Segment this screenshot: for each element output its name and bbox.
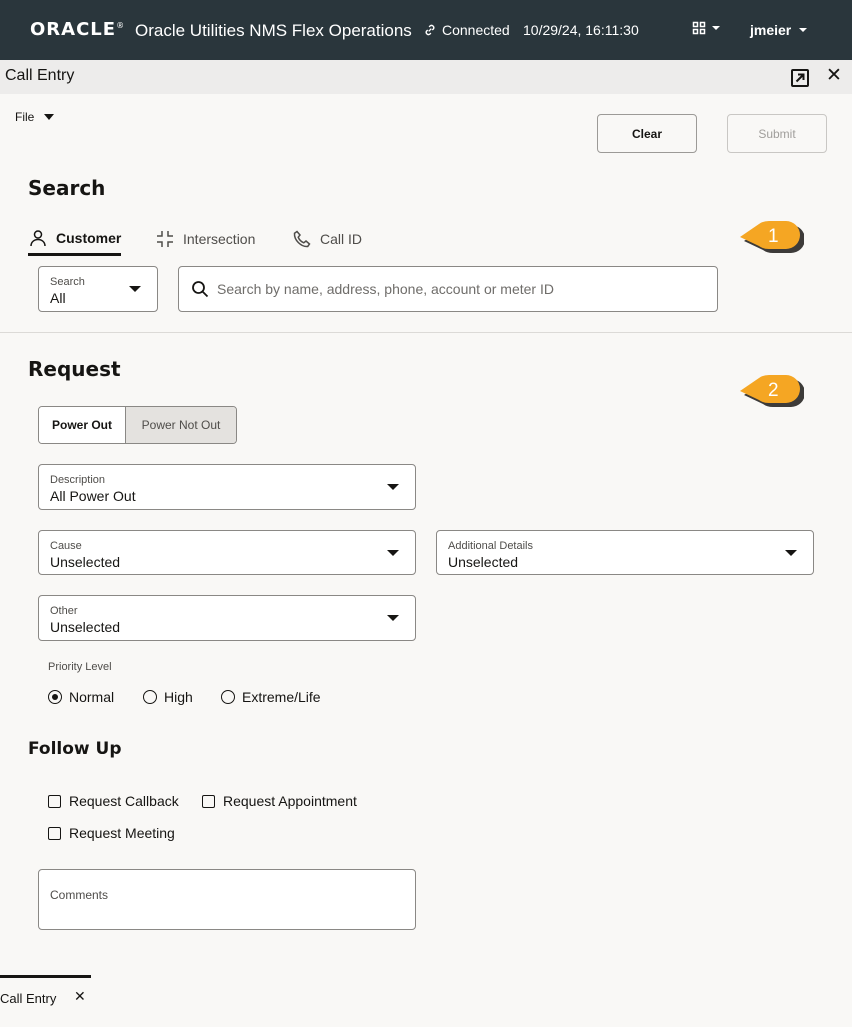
radio-label: Extreme/Life xyxy=(242,689,321,705)
checkbox-label: Request Appointment xyxy=(223,793,357,809)
chevron-down-icon xyxy=(387,484,399,490)
callout-marker: 2 xyxy=(738,372,805,412)
field-label: Search xyxy=(50,276,85,288)
close-icon[interactable]: ✕ xyxy=(826,66,842,86)
tab-label: Call ID xyxy=(320,231,363,247)
checkbox-icon xyxy=(202,794,215,808)
window-title: Call Entry xyxy=(5,67,75,84)
callout-number: 1 xyxy=(768,226,779,247)
person-icon xyxy=(30,229,46,246)
power-out-button[interactable]: Power Out xyxy=(39,407,125,443)
request-appointment-checkbox[interactable]: Request Appointment xyxy=(202,793,357,809)
search-input[interactable] xyxy=(217,277,707,301)
chevron-down-icon xyxy=(44,114,55,120)
field-label: Additional Details xyxy=(448,540,533,552)
app-title: Oracle Utilities NMS Flex Operations xyxy=(135,21,412,40)
field-value: All xyxy=(50,290,66,306)
priority-normal-radio[interactable]: Normal xyxy=(48,689,114,705)
chevron-down-icon xyxy=(129,286,141,292)
active-tab-indicator xyxy=(0,975,91,978)
chevron-down-icon xyxy=(712,26,720,30)
checkbox-label: Request Meeting xyxy=(69,825,175,841)
chevron-down-icon xyxy=(387,615,399,621)
description-select[interactable]: Description All Power Out xyxy=(38,464,416,510)
radio-unchecked-icon xyxy=(143,690,157,704)
radio-label: Normal xyxy=(69,689,115,705)
callout-number: 2 xyxy=(768,380,779,401)
tab-label: Customer xyxy=(56,229,122,246)
section-divider xyxy=(0,332,852,333)
apps-menu-button[interactable] xyxy=(692,21,720,35)
other-select[interactable]: Other Unselected xyxy=(38,595,416,641)
connection-status[interactable]: Connected xyxy=(423,22,510,38)
grid-icon xyxy=(692,21,706,35)
tab-call-id[interactable]: Call ID xyxy=(292,222,362,256)
file-menu[interactable]: File xyxy=(15,110,55,124)
field-value: Unselected xyxy=(50,554,121,570)
cause-select[interactable]: Cause Unselected xyxy=(38,530,416,575)
close-icon[interactable]: ✕ xyxy=(74,988,86,1005)
callout-marker: 1 xyxy=(738,218,805,258)
priority-label: Priority Level xyxy=(48,661,112,673)
request-heading: Request xyxy=(28,357,121,381)
checkbox-label: Request Callback xyxy=(69,793,179,809)
field-label: Other xyxy=(50,605,78,617)
search-scope-select[interactable]: Search All xyxy=(38,266,158,312)
connection-label: Connected xyxy=(442,22,510,38)
checkbox-icon xyxy=(48,794,61,808)
tab-label: Intersection xyxy=(183,231,256,247)
field-value: All Power Out xyxy=(50,488,136,504)
search-icon xyxy=(192,281,209,298)
search-field[interactable] xyxy=(178,266,718,312)
oracle-logo: ORACLE® xyxy=(30,19,126,40)
checkbox-icon xyxy=(48,826,61,840)
chevron-down-icon xyxy=(785,550,797,556)
radio-unchecked-icon xyxy=(221,690,235,704)
chevron-down-icon xyxy=(387,550,399,556)
field-label: Description xyxy=(50,474,106,486)
intersection-icon xyxy=(157,231,173,247)
priority-extreme-radio[interactable]: Extreme/Life xyxy=(221,689,321,705)
request-meeting-checkbox[interactable]: Request Meeting xyxy=(48,825,175,841)
window-titlebar: Call Entry xyxy=(0,60,852,94)
search-heading: Search xyxy=(28,176,106,200)
bottom-tab-label: Call Entry xyxy=(0,991,57,1006)
clear-button[interactable]: Clear xyxy=(597,114,697,153)
tab-intersection[interactable]: Intersection xyxy=(155,222,255,256)
submit-button[interactable]: Submit xyxy=(727,114,827,153)
radio-label: High xyxy=(164,689,193,705)
field-value: Unselected xyxy=(448,554,519,570)
field-value: Unselected xyxy=(50,619,121,635)
file-menu-label: File xyxy=(15,110,35,124)
priority-high-radio[interactable]: High xyxy=(143,689,193,705)
power-not-out-button[interactable]: Power Not Out xyxy=(125,407,236,443)
header-datetime: 10/29/24, 16:11:30 xyxy=(523,22,639,38)
request-callback-checkbox[interactable]: Request Callback xyxy=(48,793,179,809)
app-header: ORACLE® Oracle Utilities NMS Flex Operat… xyxy=(0,0,852,60)
link-icon xyxy=(425,24,435,36)
follow-up-heading: Follow Up xyxy=(28,739,122,759)
field-label: Comments xyxy=(50,888,109,902)
power-status-toggle: Power Out Power Not Out xyxy=(38,406,237,444)
additional-details-select[interactable]: Additional Details Unselected xyxy=(436,530,814,575)
popout-icon[interactable] xyxy=(791,69,809,87)
comments-textarea[interactable]: Comments xyxy=(38,869,416,930)
radio-checked-icon xyxy=(48,690,62,704)
field-label: Cause xyxy=(50,540,82,552)
chevron-down-icon xyxy=(799,28,808,32)
phone-icon xyxy=(293,230,311,248)
username: jmeier xyxy=(750,22,792,38)
user-menu-button[interactable]: jmeier xyxy=(750,22,808,38)
tab-customer[interactable]: Customer xyxy=(28,222,122,256)
